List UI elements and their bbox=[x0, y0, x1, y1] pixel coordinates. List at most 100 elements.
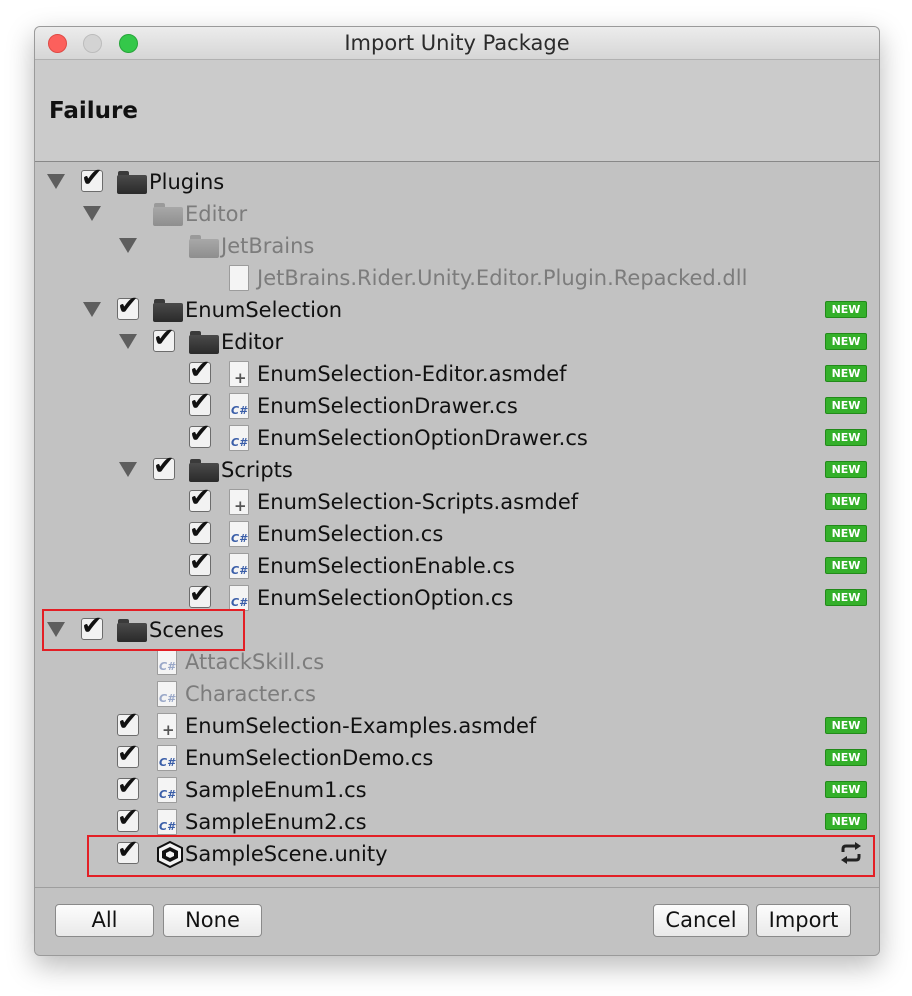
include-checkbox[interactable]: ✔ bbox=[189, 387, 211, 417]
include-checkbox[interactable]: ✔ bbox=[189, 483, 211, 513]
new-badge: NEW bbox=[825, 717, 867, 734]
include-checkbox[interactable]: ✔ bbox=[153, 323, 175, 353]
new-badge: NEW bbox=[825, 813, 867, 830]
tree-row[interactable]: ✔ + EnumSelection-Examples.asmdef NEW bbox=[35, 707, 879, 742]
tree-row-label: JetBrains bbox=[221, 234, 315, 258]
new-badge: NEW bbox=[825, 333, 867, 350]
tree-row-label: EnumSelectionOption.cs bbox=[257, 586, 514, 610]
new-badge: NEW bbox=[825, 525, 867, 542]
asmdef-file-icon: + bbox=[229, 489, 249, 515]
folder-icon bbox=[117, 171, 147, 194]
tree-row-label: Editor bbox=[221, 330, 284, 354]
window-title: Import Unity Package bbox=[344, 31, 570, 55]
new-badge: NEW bbox=[825, 557, 867, 574]
sample-scene-highlight-box bbox=[87, 835, 875, 877]
checkmark-icon: ✔ bbox=[117, 707, 139, 737]
tree-row[interactable]: JetBrains.Rider.Unity.Editor.Plugin.Repa… bbox=[35, 262, 879, 294]
include-checkbox[interactable]: ✔ bbox=[189, 579, 211, 609]
tree-row[interactable]: ✔ Plugins bbox=[35, 163, 879, 198]
scenes-highlight-box bbox=[42, 609, 245, 651]
new-badge: NEW bbox=[825, 589, 867, 606]
tree-row-label: SampleEnum2.cs bbox=[185, 810, 367, 834]
include-checkbox[interactable]: ✔ bbox=[189, 419, 211, 449]
csharp-file-icon: C# bbox=[157, 681, 177, 707]
tree-row[interactable]: ✔ + EnumSelection-Scripts.asmdef NEW bbox=[35, 483, 879, 518]
new-badge: NEW bbox=[825, 749, 867, 766]
include-checkbox[interactable]: ✔ bbox=[117, 707, 139, 737]
include-checkbox[interactable]: ✔ bbox=[189, 515, 211, 545]
expand-arrow-icon[interactable] bbox=[119, 238, 137, 253]
tree-row[interactable]: ✔ Scripts NEW bbox=[35, 451, 879, 486]
package-status-title: Failure bbox=[49, 98, 138, 124]
asmdef-file-icon: + bbox=[157, 713, 177, 739]
tree-row-label: Editor bbox=[185, 202, 248, 226]
tree-row[interactable]: ✔ Editor NEW bbox=[35, 323, 879, 358]
title-bar[interactable]: Import Unity Package bbox=[35, 27, 879, 60]
include-checkbox[interactable]: ✔ bbox=[189, 355, 211, 385]
checkmark-icon: ✔ bbox=[117, 739, 139, 769]
expand-arrow-icon[interactable] bbox=[83, 302, 101, 317]
tree-row-label: EnumSelectionEnable.cs bbox=[257, 554, 515, 578]
checkmark-icon: ✔ bbox=[153, 323, 175, 353]
include-checkbox[interactable]: ✔ bbox=[81, 163, 103, 193]
tree-row-label: Plugins bbox=[149, 170, 225, 194]
tree-row-label: EnumSelection.cs bbox=[257, 522, 444, 546]
include-checkbox[interactable]: ✔ bbox=[153, 451, 175, 481]
tree-row-label: JetBrains.Rider.Unity.Editor.Plugin.Repa… bbox=[257, 266, 748, 290]
dll-file-icon bbox=[229, 265, 249, 291]
tree-row-label: EnumSelectionOptionDrawer.cs bbox=[257, 426, 588, 450]
include-checkbox[interactable]: ✔ bbox=[117, 739, 139, 769]
checkmark-icon: ✔ bbox=[189, 483, 211, 513]
asset-tree: ✔ Plugins Editor JetBrains JetBrains.Rider.U… bbox=[35, 162, 879, 887]
tree-row-label: EnumSelectionDemo.cs bbox=[185, 746, 434, 770]
tree-row-label: SampleEnum1.cs bbox=[185, 778, 367, 802]
select-none-button[interactable]: None bbox=[163, 904, 262, 937]
checkmark-icon: ✔ bbox=[189, 419, 211, 449]
checkmark-icon: ✔ bbox=[81, 163, 103, 193]
import-button[interactable]: Import bbox=[756, 904, 851, 937]
csharp-file-icon: C# bbox=[229, 425, 249, 451]
folder-icon bbox=[153, 203, 183, 226]
cancel-button[interactable]: Cancel bbox=[653, 904, 749, 937]
include-checkbox[interactable]: ✔ bbox=[117, 771, 139, 801]
tree-row[interactable]: ✔ C# EnumSelection.cs NEW bbox=[35, 515, 879, 550]
expand-arrow-icon[interactable] bbox=[83, 206, 101, 221]
tree-row[interactable]: ✔ C# EnumSelectionEnable.cs NEW bbox=[35, 547, 879, 582]
csharp-file-icon: C# bbox=[157, 809, 177, 835]
asmdef-file-icon: + bbox=[229, 361, 249, 387]
checkmark-icon: ✔ bbox=[189, 579, 211, 609]
csharp-file-icon: C# bbox=[229, 585, 249, 611]
tree-row[interactable]: ✔ + EnumSelection-Editor.asmdef NEW bbox=[35, 355, 879, 390]
tree-row-label: EnumSelection-Examples.asmdef bbox=[185, 714, 537, 738]
tree-row[interactable]: C# Character.cs bbox=[35, 678, 879, 710]
tree-row-label: EnumSelection bbox=[185, 298, 343, 322]
tree-row[interactable]: ✔ C# EnumSelectionDrawer.cs NEW bbox=[35, 387, 879, 422]
tree-row[interactable]: Editor bbox=[35, 198, 879, 230]
folder-icon bbox=[189, 331, 219, 354]
tree-row[interactable]: ✔ C# SampleEnum2.cs NEW bbox=[35, 803, 879, 838]
select-all-button[interactable]: All bbox=[55, 904, 154, 937]
new-badge: NEW bbox=[825, 493, 867, 510]
tree-row-label: Scripts bbox=[221, 458, 293, 482]
include-checkbox[interactable]: ✔ bbox=[117, 291, 139, 321]
tree-row[interactable]: ✔ C# EnumSelectionDemo.cs NEW bbox=[35, 739, 879, 774]
expand-arrow-icon[interactable] bbox=[47, 174, 65, 189]
tree-row-label: EnumSelection-Editor.asmdef bbox=[257, 362, 567, 386]
tree-row-label: Character.cs bbox=[185, 682, 316, 706]
tree-row-label: EnumSelection-Scripts.asmdef bbox=[257, 490, 579, 514]
expand-arrow-icon[interactable] bbox=[119, 334, 137, 349]
checkmark-icon: ✔ bbox=[117, 803, 139, 833]
tree-row-label: AttackSkill.cs bbox=[185, 650, 325, 674]
new-badge: NEW bbox=[825, 301, 867, 318]
checkmark-icon: ✔ bbox=[117, 771, 139, 801]
tree-row[interactable]: JetBrains bbox=[35, 230, 879, 262]
include-checkbox[interactable]: ✔ bbox=[117, 803, 139, 833]
footer-bar: All None Cancel Import bbox=[35, 887, 879, 955]
checkmark-icon: ✔ bbox=[189, 515, 211, 545]
folder-icon bbox=[189, 235, 219, 258]
csharp-file-icon: C# bbox=[229, 521, 249, 547]
tree-row[interactable]: ✔ C# SampleEnum1.cs NEW bbox=[35, 771, 879, 806]
include-checkbox[interactable]: ✔ bbox=[189, 547, 211, 577]
checkmark-icon: ✔ bbox=[189, 547, 211, 577]
expand-arrow-icon[interactable] bbox=[119, 462, 137, 477]
